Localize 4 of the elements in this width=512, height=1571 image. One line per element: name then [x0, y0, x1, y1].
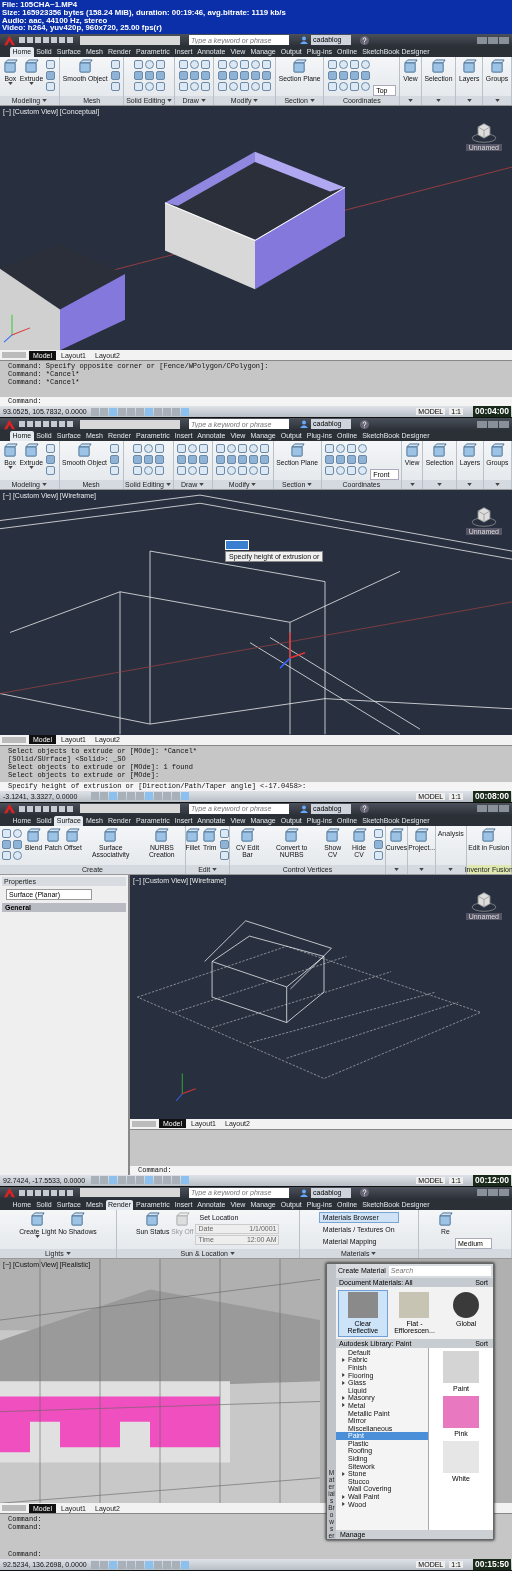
timestamp-text: 00:15:50	[472, 1559, 511, 1570]
timestamp-text: 00:04:00	[472, 406, 511, 418]
timestamp-text: 00:12:00	[472, 1174, 511, 1186]
timestamp-text: 00:08:00	[472, 790, 511, 802]
